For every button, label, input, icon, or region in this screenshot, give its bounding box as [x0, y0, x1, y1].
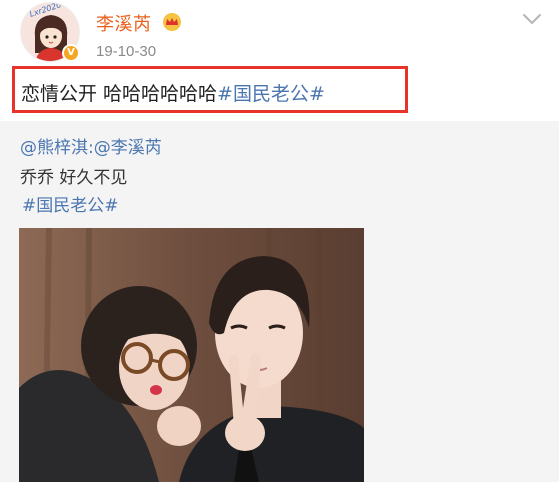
chevron-down-icon[interactable] [522, 12, 542, 26]
weibo-post: Lxr2020 V 李溪芮 19-10-30 恋情公开 哈哈哈哈哈哈#国民老公#… [0, 0, 559, 482]
repost-hashtag-link[interactable]: #国民老公# [22, 191, 119, 216]
repost-card[interactable]: @熊梓淇:@李溪芮 乔乔 好久不见 #国民老公# [0, 121, 559, 482]
selfie-photo [19, 228, 364, 482]
crown-icon[interactable] [162, 13, 182, 31]
post-time: 19-10-30 [96, 43, 157, 60]
repost-photo[interactable] [19, 228, 364, 482]
post-body: 恋情公开 哈哈哈哈哈哈 [21, 83, 218, 105]
repost-text: 乔乔 好久不见 [20, 168, 128, 188]
repost-author-line: @熊梓淇:@李溪芮 [20, 133, 162, 158]
repost-author-link[interactable]: @熊梓淇 [20, 138, 88, 158]
post-text: 恋情公开 哈哈哈哈哈哈#国民老公# [21, 79, 325, 106]
hashtag-link[interactable]: #国民老公# [217, 83, 325, 105]
verified-badge-icon: V [62, 44, 80, 62]
username[interactable]: 李溪芮 [96, 10, 152, 36]
reply-mention-link[interactable]: @李溪芮 [94, 138, 162, 158]
